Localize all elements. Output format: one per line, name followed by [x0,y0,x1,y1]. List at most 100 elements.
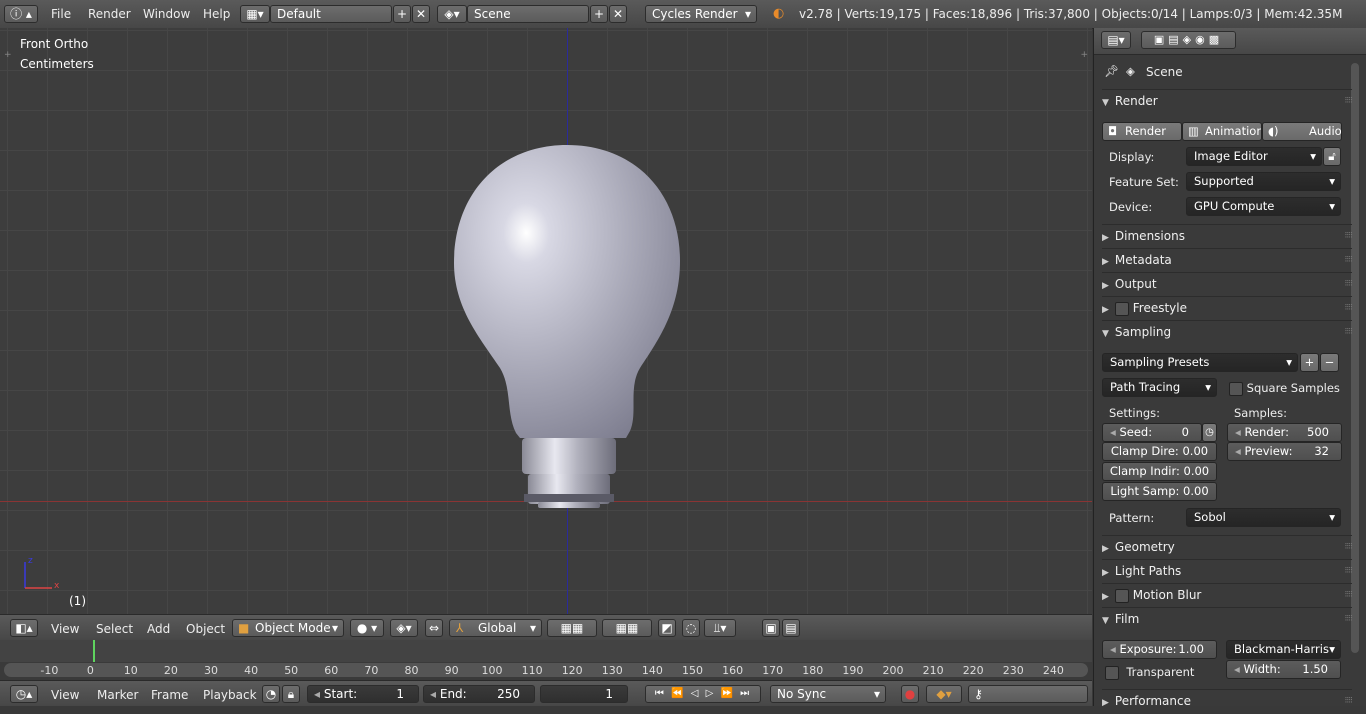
integrator-select[interactable]: Path Tracing ▾ [1102,378,1217,397]
layout-browse-button[interactable]: ▦▾ [240,5,270,23]
playback-controls[interactable]: ⏮ ⏪ ◁ ▷ ⏩ ⏭ [645,685,761,703]
scene-add-icon[interactable]: + [590,5,608,23]
render-engine-select[interactable]: Cycles Render ▾ [645,5,757,23]
output-panel-header[interactable]: ▶ Output ⁝⁝⁝⁝ [1102,272,1354,295]
pivot-select[interactable]: ◈▾ [390,619,418,637]
manipulator-toggle-icon[interactable]: ⇔ [425,619,443,637]
device-select[interactable]: GPU Compute ▾ [1186,197,1341,216]
panel-grip-icon[interactable]: ⁝⁝⁝⁝ [1345,690,1354,712]
display-select[interactable]: Image Editor ▾ [1186,147,1322,166]
menu-help[interactable]: Help [203,7,230,21]
panel-grip-icon[interactable]: ⁝⁝⁝⁝ [1345,560,1354,582]
dimensions-panel-header[interactable]: ▶ Dimensions ⁝⁝⁝⁝ [1102,224,1354,247]
lock-icon[interactable]: 🔒︎ [282,685,300,703]
proportional-edit-icon[interactable]: ◌ [682,619,700,637]
clamp-indirect-field[interactable]: Clamp Indir: 0.00 [1102,462,1217,481]
exposure-field[interactable]: ◂ Exposure: 1.00 [1102,640,1217,659]
freestyle-panel-header[interactable]: ▶ Freestyle ⁝⁝⁝⁝ [1102,296,1354,319]
audio-button[interactable]: ◖) Audio [1262,122,1342,141]
motion-blur-panel-header[interactable]: ▶ Motion Blur ⁝⁝⁝⁝ [1102,583,1354,606]
render-opengl-icon[interactable]: ▣ [762,619,780,637]
light-paths-panel-header[interactable]: ▶ Light Paths ⁝⁝⁝⁝ [1102,559,1354,582]
filter-type-select[interactable]: Blackman-Harris ▾ [1226,640,1341,659]
mode-select[interactable]: ■ Object Mode ▾ [232,619,344,637]
view3d-menu-select[interactable]: Select [96,622,133,636]
panel-grip-icon[interactable]: ⁝⁝⁝⁝ [1345,608,1354,630]
seed-field[interactable]: ◂ Seed: 0 [1102,423,1202,442]
film-panel-header[interactable]: ▼ Film ⁝⁝⁝⁝ [1102,607,1354,630]
preview-samples-field[interactable]: ◂ Preview: 32 [1227,442,1342,461]
preset-remove-icon[interactable]: − [1320,353,1339,372]
sampling-presets-select[interactable]: Sampling Presets ▾ [1102,353,1298,372]
start-frame-field[interactable]: ◂ Start: 1 [307,685,419,703]
panel-grip-icon[interactable]: ⁝⁝⁝⁝ [1345,321,1354,343]
panel-grip-icon[interactable]: ⁝⁝⁝⁝ [1345,536,1354,558]
render-panel-header[interactable]: ▼ Render ⁝⁝⁝⁝ [1102,89,1354,112]
timeline-editor-type-button[interactable]: ◷▴ [10,685,38,703]
menu-render[interactable]: Render [88,7,131,21]
menu-window[interactable]: Window [143,7,190,21]
panel-grip-icon[interactable]: ⁝⁝⁝⁝ [1345,273,1354,295]
panel-grip-icon[interactable]: ⁝⁝⁝⁝ [1345,225,1354,247]
panel-grip-icon[interactable]: ⁝⁝⁝⁝ [1345,297,1354,319]
transparent-checkbox[interactable]: Transparent [1105,665,1194,680]
timeline-area[interactable]: -10 0 10 20 30 40 50 60 70 80 90 100 110 120 130 140 150… [0,640,1092,680]
scene-browse-button[interactable]: ◈▾ [437,5,467,23]
panel-grip-icon[interactable]: ⁝⁝⁝⁝ [1345,249,1354,271]
motion-blur-checkbox[interactable] [1114,588,1129,603]
square-samples-box[interactable] [1229,381,1243,396]
timeline-menu-playback[interactable]: Playback [203,688,257,702]
active-keying-set-field[interactable]: ⚷ [968,685,1088,703]
render-anim-icon[interactable]: ▤ [782,619,800,637]
timeline-menu-marker[interactable]: Marker [97,688,138,702]
end-frame-field[interactable]: ◂ End: 250 [423,685,535,703]
square-samples-checkbox[interactable]: Square Samples [1229,381,1340,396]
light-sampling-threshold-field[interactable]: Light Samp: 0.00 [1102,482,1217,501]
preview-range-icon[interactable]: ◔ [262,685,280,703]
layers-group-b[interactable]: ▦▦ [602,619,652,637]
timeline-menu-frame[interactable]: Frame [151,688,188,702]
region-toggle-right-icon[interactable]: + [1080,50,1088,60]
freestyle-checkbox[interactable] [1114,301,1129,316]
info-editor-type-button[interactable]: ⓘ ▴ [4,5,38,23]
light-bulb-mesh[interactable] [440,133,700,518]
layout-name-field[interactable]: Default [270,5,392,23]
view3d-menu-view[interactable]: View [51,622,79,636]
view3d-menu-add[interactable]: Add [147,622,170,636]
performance-panel-header[interactable]: ▶ Performance ⁝⁝⁝⁝ [1102,689,1354,712]
snap-select[interactable]: ⫫▾ [704,619,736,637]
view3d-menu-object[interactable]: Object [186,622,225,636]
scene-name-field[interactable]: Scene [467,5,589,23]
transform-orientation-select[interactable]: ⅄ Global ▾ [449,619,542,637]
current-frame-field[interactable]: 1 [540,685,628,703]
keying-set-icon[interactable]: ◆▾ [926,685,962,703]
render-samples-field[interactable]: ◂ Render: 500 [1227,423,1342,442]
render-button[interactable]: ◘ Render [1102,122,1182,141]
shading-select[interactable]: ● ▾ [350,619,384,637]
3d-viewport[interactable]: Front Ortho Centimeters (1) + + z x [0,28,1092,614]
panel-grip-icon[interactable]: ⁝⁝⁝⁝ [1345,90,1354,112]
layer-lock-icon[interactable]: ◩ [658,619,676,637]
sampling-panel-header[interactable]: ▼ Sampling ⁝⁝⁝⁝ [1102,320,1354,343]
lock-interface-icon[interactable]: 🔓︎ [1323,147,1341,166]
pin-icon[interactable]: 📌︎ [1104,64,1119,78]
layout-add-icon[interactable]: + [393,5,411,23]
filter-width-field[interactable]: ◂ Width: 1.50 [1226,660,1341,679]
transparent-box[interactable] [1105,665,1119,680]
animation-button[interactable]: ▥ Animation [1182,122,1262,141]
feature-set-select[interactable]: Supported ▾ [1186,172,1341,191]
layout-remove-icon[interactable]: ✕ [412,5,430,23]
preset-add-icon[interactable]: + [1300,353,1319,372]
clamp-direct-field[interactable]: Clamp Dire: 0.00 [1102,442,1217,461]
seed-animate-icon[interactable]: ◷ [1202,423,1217,442]
sync-mode-select[interactable]: No Sync ▾ [770,685,886,703]
layers-group-a[interactable]: ▦▦ [547,619,597,637]
view3d-editor-type-button[interactable]: ◧▴ [10,619,38,637]
region-toggle-left-icon[interactable]: + [4,50,12,60]
context-tabs[interactable]: ▣▤◈◉▩ [1141,31,1236,49]
properties-scrollbar[interactable] [1351,63,1359,653]
current-frame-marker[interactable] [93,640,95,662]
timeline-menu-view[interactable]: View [51,688,79,702]
panel-grip-icon[interactable]: ⁝⁝⁝⁝ [1345,584,1354,606]
scene-remove-icon[interactable]: ✕ [609,5,627,23]
